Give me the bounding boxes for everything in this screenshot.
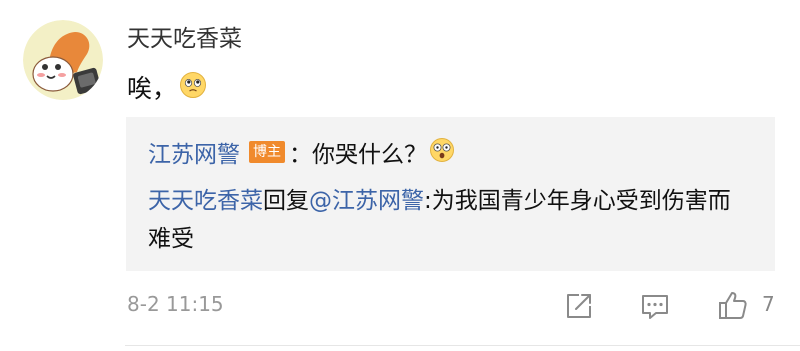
reply-author-text: ：你哭什么？ [289,142,427,168]
avatar[interactable] [23,20,103,100]
comment-icon[interactable] [638,289,672,323]
reply-row-author: 江苏网警 博主 ：你哭什么？ [148,135,455,169]
surprised-face-emoji-icon [429,137,455,167]
comment-username[interactable]: 天天吃香菜 [127,24,242,54]
divider [125,345,800,346]
replier-name[interactable]: 天天吃香菜 [148,188,263,214]
cartoon-character-avatar-icon [23,20,103,100]
thumbs-up-icon[interactable] [716,289,750,323]
comment-body: 唉， [127,70,207,104]
sad-face-emoji-icon [179,71,207,103]
comment-text: 唉， [127,74,178,103]
mention-link[interactable]: @江苏网警 [309,188,424,214]
share-icon[interactable] [562,289,596,323]
reply-author-name[interactable]: 江苏网警 [148,135,240,169]
like-count: 7 [762,292,775,316]
reply-word: 回复 [263,188,309,214]
reply-thread: 江苏网警 博主 ：你哭什么？ 天天吃香菜回复@江苏网警:为我国青少年身心受到伤害… [126,117,775,271]
timestamp: 8-2 11:15 [127,292,224,316]
reply-row-response: 天天吃香菜回复@江苏网警:为我国青少年身心受到伤害而难受 [148,182,748,258]
author-badge: 博主 [249,141,285,163]
comment-card: 天天吃香菜 唉， 江苏网警 博主 ：你哭什么？ 天天吃香菜回复@江苏网警:为我国… [0,0,800,351]
